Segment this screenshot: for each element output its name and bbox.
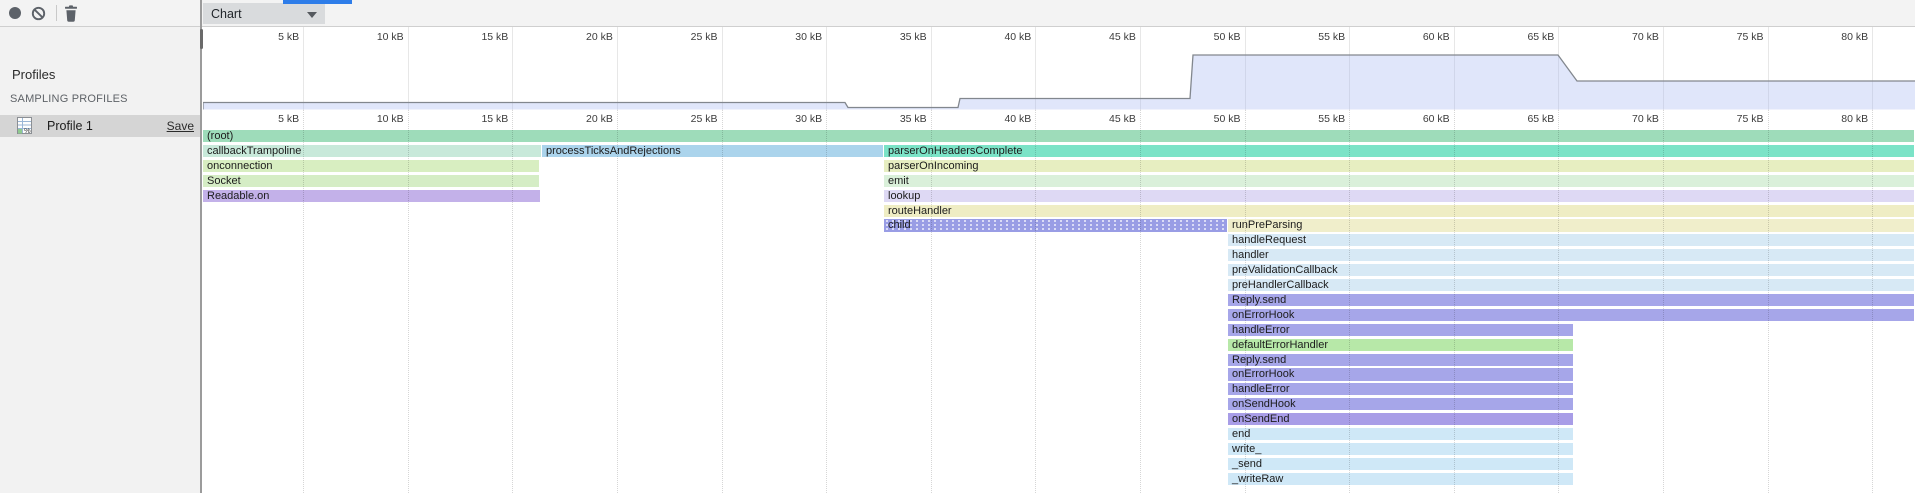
svg-text:%: % (24, 126, 31, 134)
flame-gridline (1140, 110, 1141, 493)
flame-ruler-label: 35 kB (900, 113, 931, 125)
flame-bar[interactable]: (root) (203, 130, 1914, 142)
flame-bar[interactable]: defaultErrorHandler (1228, 339, 1573, 351)
flame-gridline (617, 110, 618, 493)
overview-selection-grip[interactable] (200, 29, 203, 49)
flame-bar[interactable]: _writeRaw (1228, 473, 1573, 485)
flame-bar[interactable]: child (884, 219, 1227, 231)
flame-bar[interactable]: preValidationCallback (1228, 264, 1914, 276)
chart-view-select-value: Chart (203, 7, 242, 21)
flame-bar[interactable]: onconnection (203, 160, 539, 172)
flame-gridline (1035, 110, 1036, 493)
flame-gridline (512, 110, 513, 493)
flame-bar[interactable]: handleError (1228, 383, 1573, 395)
flame-ruler-label: 60 kB (1423, 113, 1454, 125)
flame-ruler-label: 45 kB (1109, 113, 1140, 125)
flame-ruler-label: 15 kB (481, 113, 512, 125)
flame-bar[interactable]: parserOnIncoming (884, 160, 1914, 172)
flame-ruler-label: 30 kB (795, 113, 826, 125)
flame-gridline (1768, 110, 1769, 493)
flame-bar[interactable]: _send (1228, 458, 1573, 470)
flame-bar[interactable]: Reply.send (1228, 354, 1573, 366)
flame-bar[interactable]: Reply.send (1228, 294, 1914, 306)
overview-pane[interactable]: 5 kB10 kB15 kB20 kB25 kB30 kB35 kB40 kB4… (203, 27, 1915, 111)
flame-bar[interactable]: lookup (884, 190, 1914, 202)
flame-bar[interactable]: handleError (1228, 324, 1573, 336)
sidebar-title: Profiles (12, 67, 55, 82)
flame-ruler-label: 70 kB (1632, 113, 1663, 125)
flame-bar[interactable]: Readable.on (203, 190, 540, 202)
flame-bar[interactable]: processTicksAndRejections (542, 145, 883, 157)
flame-gridline (1454, 110, 1455, 493)
flame-ruler-label: 5 kB (278, 113, 303, 125)
flame-ruler-label: 20 kB (586, 113, 617, 125)
flame-gridline (1558, 110, 1559, 493)
save-link[interactable]: Save (167, 119, 194, 133)
trash-icon[interactable] (64, 5, 78, 27)
profile-document-icon: % (17, 117, 32, 139)
panel-divider[interactable] (200, 0, 202, 493)
flame-bar[interactable]: onErrorHook (1228, 368, 1573, 380)
flame-ruler-label: 55 kB (1318, 113, 1349, 125)
flame-ruler-label: 75 kB (1737, 113, 1768, 125)
flame-bar[interactable]: write_ (1228, 443, 1573, 455)
sampling-profiles-heading: SAMPLING PROFILES (10, 93, 128, 105)
record-icon[interactable] (8, 6, 22, 25)
flame-bar[interactable]: emit (884, 175, 1914, 187)
flame-bar[interactable]: callbackTrampoline (203, 145, 541, 157)
flame-ruler-label: 40 kB (1004, 113, 1035, 125)
flame-gridline (1349, 110, 1350, 493)
flame-gridline (1663, 110, 1664, 493)
flame-gridline (722, 110, 723, 493)
flame-gridline (408, 110, 409, 493)
flame-bar[interactable]: onSendEnd (1228, 413, 1573, 425)
flame-bar[interactable]: handler (1228, 249, 1914, 261)
flame-bar[interactable]: end (1228, 428, 1573, 440)
toolbar: Chart (0, 0, 1915, 27)
toolbar-separator (56, 5, 57, 21)
tab-indicator (283, 0, 352, 4)
flame-gridline (826, 110, 827, 493)
block-clear-icon[interactable] (31, 6, 46, 26)
flame-bar[interactable]: runPreParsing (1228, 219, 1914, 231)
sidebar-item-profile-1[interactable]: % Profile 1 Save (0, 115, 200, 137)
flame-chart: 5 kB 10 kB 15 kB 20 kB 25 kB 30 kB 35 kB 40 kB 4… (203, 110, 1915, 493)
flame-ruler-label: 50 kB (1214, 113, 1245, 125)
flame-gridline (303, 110, 304, 493)
flame-bar[interactable]: onSendHook (1228, 398, 1573, 410)
profile-name: Profile 1 (47, 119, 93, 133)
flame-bar[interactable]: handleRequest (1228, 234, 1914, 246)
flame-ruler-label: 65 kB (1527, 113, 1558, 125)
flame-bar[interactable]: onErrorHook (1228, 309, 1914, 321)
flame-bar[interactable]: routeHandler (884, 205, 1914, 217)
chart-view-select[interactable]: Chart (203, 3, 325, 24)
flame-ruler-label: 10 kB (377, 113, 408, 125)
flame-ruler-label: 80 kB (1841, 113, 1872, 125)
flame-bar[interactable]: parserOnHeadersComplete (884, 145, 1914, 157)
flame-bar[interactable]: preHandlerCallback (1228, 279, 1914, 291)
overview-area-chart[interactable] (203, 27, 1915, 110)
sidebar: Profiles SAMPLING PROFILES % Profile 1 S… (0, 27, 200, 493)
flame-gridline (1245, 110, 1246, 493)
chevron-down-icon (307, 12, 317, 18)
flame-gridline (1872, 110, 1873, 493)
flame-ruler-label: 25 kB (691, 113, 722, 125)
flame-gridline (931, 110, 932, 493)
flame-bar[interactable]: Socket (203, 175, 539, 187)
